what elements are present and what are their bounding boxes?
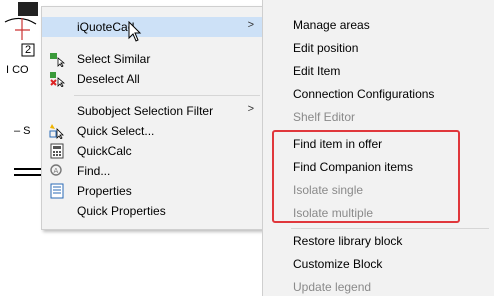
context-menu: iQuoteCad > Select Similar Deselect All … xyxy=(41,6,265,230)
submenu-item-restore-library-block[interactable]: Restore library block xyxy=(293,234,402,248)
menu-item-label: Properties xyxy=(77,184,132,198)
menu-item-select-similar[interactable]: Select Similar xyxy=(42,49,264,69)
submenu-item-connection-configurations[interactable]: Connection Configurations xyxy=(293,87,434,101)
submenu-arrow-icon: > xyxy=(247,103,254,115)
find-icon: A xyxy=(50,164,62,176)
submenu-item-shelf-editor: Shelf Editor xyxy=(293,110,356,124)
submenu-item-customize-block[interactable]: Customize Block xyxy=(293,257,382,271)
menu-item-quick-select[interactable]: Quick Select... xyxy=(42,121,264,141)
menu-item-find[interactable]: A Find... xyxy=(42,161,264,181)
mouse-cursor-icon xyxy=(128,21,142,42)
submenu-item-edit-position[interactable]: Edit position xyxy=(293,41,358,55)
select-similar-icon xyxy=(50,53,65,67)
submenu-item-manage-areas[interactable]: Manage areas xyxy=(293,18,370,32)
menu-item-quick-properties[interactable]: Quick Properties xyxy=(42,201,264,221)
cad-symbol-icon xyxy=(4,2,38,57)
menu-item-label: Select Similar xyxy=(77,52,151,66)
svg-text:A: A xyxy=(54,167,59,175)
cad-line xyxy=(14,174,42,176)
menu-item-subobject-selection-filter[interactable]: Subobject Selection Filter > xyxy=(42,101,264,121)
menu-item-label: Subobject Selection Filter xyxy=(77,104,214,118)
cad-label: I CO xyxy=(6,64,29,76)
submenu-item-update-legend: Update legend xyxy=(293,280,372,294)
menu-separator xyxy=(74,95,260,96)
menu-item-label: Deselect All xyxy=(77,72,140,86)
calculator-icon xyxy=(50,143,64,159)
menu-item-deselect-all[interactable]: Deselect All xyxy=(42,69,264,89)
menu-item-label: QuickCalc xyxy=(77,144,132,158)
menu-separator xyxy=(291,228,489,229)
submenu-arrow-icon: > xyxy=(247,19,254,31)
menu-item-properties[interactable]: Properties xyxy=(42,181,264,201)
submenu-item-edit-item[interactable]: Edit Item xyxy=(293,64,340,78)
properties-icon xyxy=(50,183,64,199)
annotation-highlight-box xyxy=(272,130,460,223)
menu-item-label: iQuoteCad xyxy=(77,20,135,34)
menu-item-label: Quick Properties xyxy=(77,204,166,218)
cad-line xyxy=(14,168,42,170)
quick-select-icon xyxy=(49,124,64,139)
deselect-all-icon xyxy=(50,72,65,87)
menu-item-label: Quick Select... xyxy=(77,124,155,138)
menu-item-label: Find... xyxy=(77,164,111,178)
menu-item-quickcalc[interactable]: QuickCalc xyxy=(42,141,264,161)
cad-label: 2 xyxy=(25,44,32,56)
menu-item-iquotecad[interactable]: iQuoteCad > xyxy=(42,17,264,37)
cad-label: – S xyxy=(14,125,31,137)
